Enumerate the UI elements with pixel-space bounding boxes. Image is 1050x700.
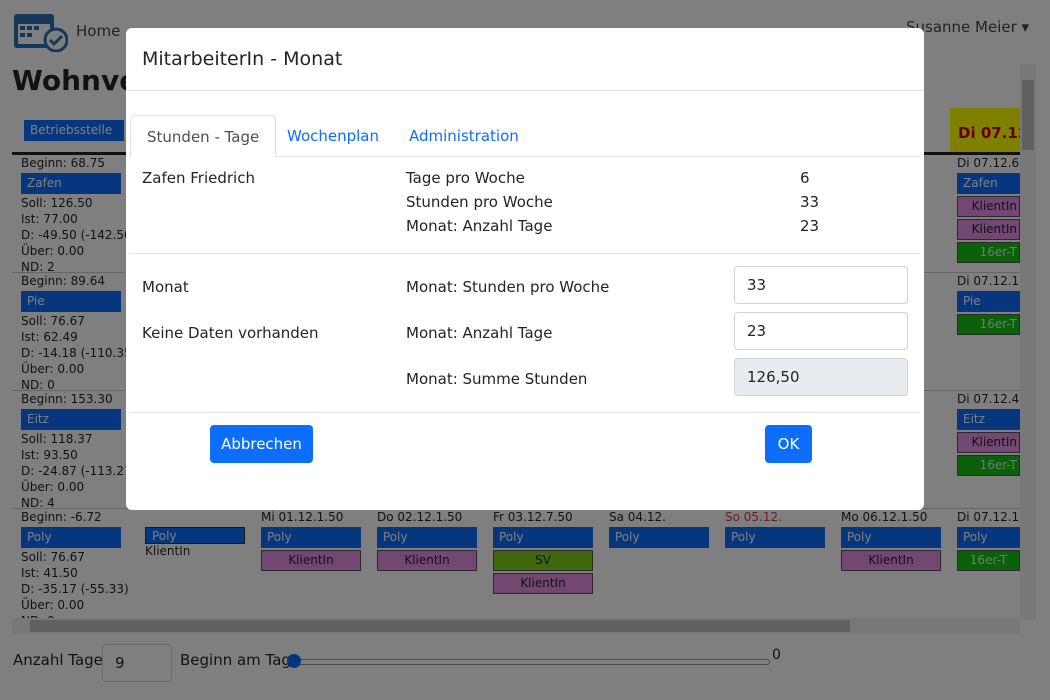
modal-dialog: MitarbeiterIn - Monat Stunden - Tage Woc… [126,28,924,510]
info-label: Tage pro Woche [406,169,525,187]
field-label: Monat: Summe Stunden [406,370,588,388]
info-label: Monat: Anzahl Tage [406,217,553,235]
field-input[interactable]: 33 [734,266,908,304]
tab-wochenplan[interactable]: Wochenplan [271,115,395,157]
modal-tabs: Stunden - Tage Wochenplan Administration [130,115,920,157]
cancel-button[interactable]: Abbrechen [210,425,313,463]
info-label: Stunden pro Woche [406,193,553,211]
no-data-text: Keine Daten vorhanden [142,324,319,342]
summe-stunden-field: 126,50 [734,358,908,396]
tab-administration[interactable]: Administration [393,115,535,157]
field-input[interactable]: 23 [734,312,908,350]
modal-title: MitarbeiterIn - Monat [126,28,924,91]
info-value: 33 [800,193,820,211]
employee-name: Zafen Friedrich [142,169,255,187]
info-value: 23 [800,217,820,235]
info-value: 6 [800,169,810,187]
field-label: Monat: Anzahl Tage [406,324,553,342]
field-label: Monat: Stunden pro Woche [406,278,610,296]
ok-button[interactable]: OK [765,425,812,463]
tab-stunden-tage[interactable]: Stunden - Tage [130,115,277,157]
monat-label: Monat [142,278,189,296]
